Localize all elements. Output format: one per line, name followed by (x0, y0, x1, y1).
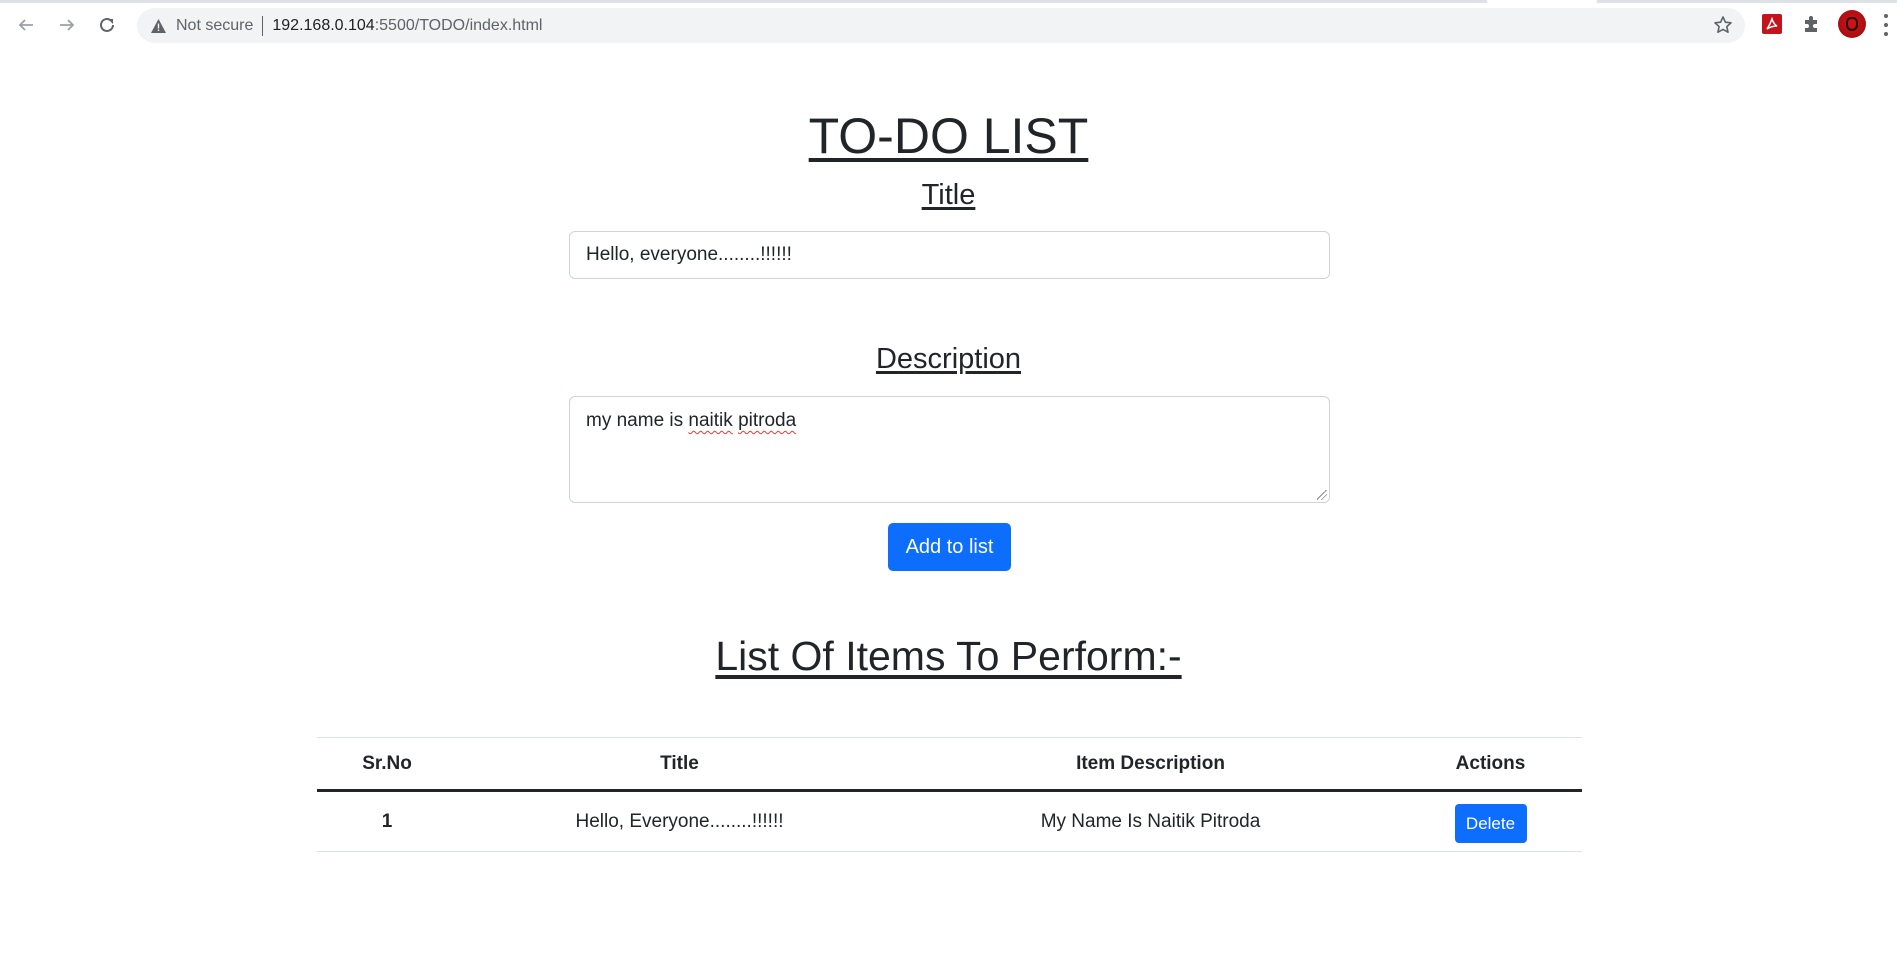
menu-kebab-icon[interactable] (1884, 14, 1890, 36)
url-separator (262, 15, 264, 36)
url-host[interactable]: 192.168.0.104 (272, 17, 374, 35)
add-to-list-button[interactable]: Add to list (888, 523, 1011, 571)
row-srno: 1 (317, 790, 457, 852)
column-header-actions: Actions (1399, 737, 1582, 792)
avatar-mask-icon (1846, 17, 1858, 31)
forward-button[interactable] (53, 11, 81, 39)
description-text: my name is (586, 410, 689, 431)
textarea-resize-handle[interactable] (1317, 490, 1327, 500)
adobe-acrobat-icon (1762, 14, 1782, 34)
page-content: TO-DO LIST Title Hello, everyone........… (0, 49, 1897, 970)
reload-icon (100, 17, 114, 32)
description-textarea[interactable]: my name is naitik pitroda (569, 396, 1330, 503)
table-row: 1 Hello, Everyone........!!!!!! My Name … (317, 790, 1582, 852)
browser-toolbar: Not secure 192.168.0.104:5500/TODO/index… (0, 0, 1897, 49)
arrow-right-icon (60, 19, 75, 31)
column-header-description: Item Description (902, 737, 1399, 792)
column-header-srno: Sr.No (317, 737, 457, 792)
delete-button[interactable]: Delete (1454, 804, 1527, 843)
table-header-row: Sr.No Title Item Description Actions (317, 737, 1582, 792)
row-actions: Delete (1399, 790, 1582, 852)
profile-avatar[interactable] (1838, 10, 1866, 38)
page-title: TO-DO LIST (808, 108, 1089, 164)
extensions-button[interactable] (1800, 12, 1824, 36)
list-heading: List Of Items To Perform:- (715, 633, 1182, 679)
address-bar[interactable]: Not secure 192.168.0.104:5500/TODO/index… (137, 8, 1745, 43)
misspelled-word[interactable]: naitik (688, 410, 732, 431)
adobe-acrobat-extension[interactable] (1760, 12, 1784, 36)
column-header-title: Title (457, 737, 902, 792)
description-label: Description (875, 343, 1022, 375)
reload-button[interactable] (93, 11, 121, 39)
security-status[interactable]: Not secure (176, 17, 253, 35)
items-table: Sr.No Title Item Description Actions 1 H… (317, 737, 1582, 852)
misspelled-word[interactable]: pitroda (738, 410, 796, 431)
extensions-puzzle-icon (1805, 16, 1817, 32)
bookmark-star-icon[interactable] (1713, 15, 1733, 35)
row-title: Hello, Everyone........!!!!!! (457, 790, 902, 852)
url-path[interactable]: :5500/TODO/index.html (375, 17, 543, 35)
avatar-image (1838, 10, 1866, 38)
title-label: Title (921, 179, 976, 211)
title-input[interactable]: Hello, everyone........!!!!!! (569, 231, 1330, 279)
back-button[interactable] (12, 11, 40, 39)
arrow-left-icon (18, 19, 33, 31)
row-description: My Name Is Naitik Pitroda (902, 790, 1399, 852)
warning-triangle-icon[interactable] (150, 18, 166, 34)
